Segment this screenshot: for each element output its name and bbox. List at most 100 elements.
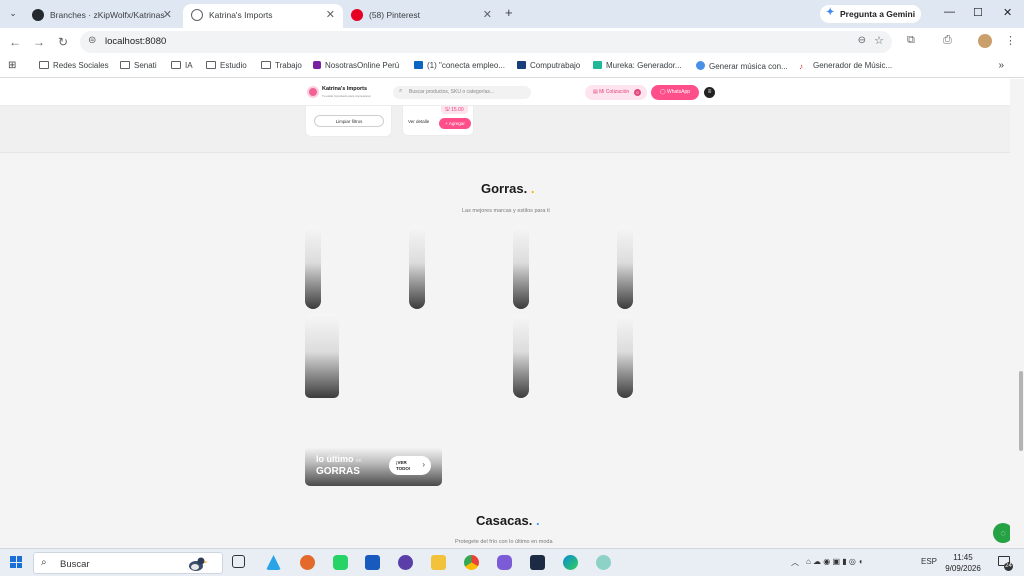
see-detail-link[interactable]: Ver detalle <box>408 119 429 124</box>
bookmark-label: Mureka: Generador... <box>606 61 682 70</box>
language-indicator[interactable]: ESP <box>921 557 937 566</box>
url-text[interactable]: localhost:8080 <box>105 36 166 47</box>
gemini-button[interactable]: ✦ Pregunta a Gemini <box>820 5 921 23</box>
discord-app-icon[interactable] <box>497 555 512 570</box>
bookmark-label: (1) "conecta empleo... <box>427 61 505 70</box>
tab-search-chevron-icon[interactable]: ⌄ <box>5 5 21 21</box>
bookmark-redes-sociales[interactable]: Redes Sociales <box>39 61 109 70</box>
clear-filters-button[interactable]: Limpiar filtros <box>314 115 384 127</box>
zoom-icon[interactable]: ⊖ <box>858 35 866 46</box>
gemini-sparkle-icon: ✦ <box>826 7 835 18</box>
scrollbar-thumb[interactable] <box>1019 371 1023 451</box>
tab-title: (58) Pinterest <box>369 10 421 20</box>
my-quote-button[interactable]: ▤ Mi Cotización 0 <box>585 85 647 100</box>
bookmark-mureka[interactable]: Mureka: Generador... <box>593 61 682 70</box>
brand-name[interactable]: Katrina's Imports <box>322 86 367 92</box>
bookmark-senati[interactable]: Senati <box>120 61 157 70</box>
bookmarks-overflow-icon[interactable]: » <box>998 60 1004 71</box>
windows-taskbar: ⌕ Buscar ︿ ⌂ ☁ ◉ ▣ ▮ ◎ ◖ ESP 11:45 9/09/… <box>0 548 1024 576</box>
gemini-label: Pregunta a Gemini <box>840 9 916 19</box>
title-dot: . <box>532 513 540 528</box>
close-icon[interactable]: ✕ <box>326 8 335 21</box>
casacas-subtitle: Protegete del frío con lo último en moda <box>455 539 553 545</box>
address-bar[interactable]: ⊜ localhost:8080 ⊖ ☆ <box>80 31 892 53</box>
chevron-right-icon: › <box>422 460 425 469</box>
new-tab-button[interactable]: + <box>505 5 513 20</box>
gorras-promo-banner[interactable]: lo último en GORRAS ¡VER TODO! › <box>305 447 442 486</box>
minimize-icon[interactable]: — <box>944 6 955 18</box>
forward-arrow-icon[interactable]: → <box>31 34 47 50</box>
edge-app-icon[interactable] <box>563 555 578 570</box>
whatsapp-label-text: WhatsApp <box>667 89 691 95</box>
brand-logo-icon[interactable] <box>307 86 319 98</box>
taskbar-search[interactable]: ⌕ Buscar <box>33 552 223 574</box>
folder-icon <box>171 61 181 69</box>
menu-icon[interactable]: ≡ <box>704 87 715 98</box>
folder-icon <box>120 61 130 69</box>
taskbar-search-label: Buscar <box>60 559 90 570</box>
windows-start-icon[interactable] <box>10 556 22 568</box>
page-scrollbar[interactable] <box>1010 79 1024 548</box>
bookmark-nosotras[interactable]: NosotrasOnline Perú <box>313 61 399 70</box>
search-icon: ⌕ <box>41 557 47 568</box>
site-info-icon[interactable]: ⊜ <box>88 35 96 46</box>
music-icon: ♪ <box>799 62 803 71</box>
add-to-quote-button[interactable]: + Agregar <box>439 118 471 129</box>
figure-app-icon[interactable] <box>596 555 611 570</box>
back-arrow-icon[interactable]: ← <box>7 34 23 50</box>
bookmarks-bar: ⊞ Redes Sociales Senati IA Estudio Traba… <box>0 56 1024 78</box>
tray-overflow-icon[interactable]: ︿ <box>791 557 799 568</box>
product-skeleton <box>617 314 633 398</box>
bookmark-computrabajo[interactable]: Computrabajo <box>517 61 580 70</box>
close-icon[interactable]: ✕ <box>483 8 492 21</box>
product-skeleton <box>513 225 529 309</box>
chrome-app-icon[interactable] <box>464 555 479 570</box>
tray-app-icons[interactable]: ⌂ ☁ ◉ ▣ ▮ ◎ ◖ <box>806 557 863 566</box>
tab-github[interactable]: Branches · zKipWolfx/Katrinas ✕ <box>24 4 180 28</box>
casacas-title: Casacas. . <box>476 513 540 528</box>
promo-line2: GORRAS <box>316 466 360 477</box>
tab-katrinas-imports[interactable]: Katrina's Imports ✕ <box>183 4 343 28</box>
window-close-icon[interactable]: ✕ <box>1003 6 1012 19</box>
close-icon[interactable]: ✕ <box>163 8 172 21</box>
bookmark-star-icon[interactable]: ☆ <box>874 34 884 47</box>
quote-label-text: Mi Cotización <box>599 89 630 95</box>
profile-avatar[interactable] <box>978 34 992 48</box>
pinterest-icon <box>351 9 363 21</box>
extensions-icon[interactable]: ⧉ <box>907 34 915 47</box>
apps-grid-icon[interactable]: ⊞ <box>8 60 16 71</box>
product-skeleton <box>305 225 321 309</box>
vector-app-icon[interactable] <box>530 555 545 570</box>
bookmark-ia[interactable]: IA <box>171 61 193 70</box>
whatsapp-button[interactable]: ◯ WhatsApp <box>651 85 699 100</box>
file-explorer-icon[interactable] <box>431 555 446 570</box>
product-card[interactable]: S/ 15.00 Ver detalle + Agregar <box>402 106 474 136</box>
word-app-icon[interactable] <box>365 555 380 570</box>
tab-title: Katrina's Imports <box>209 10 273 20</box>
page-viewport: Limpiar filtros S/ 15.00 Ver detalle + A… <box>0 79 1024 548</box>
claude-app-icon[interactable] <box>300 555 315 570</box>
task-view-icon[interactable] <box>232 555 245 568</box>
site-search-input[interactable]: ⌕ Buscar productos, SKU o categorías... <box>393 86 531 99</box>
reload-icon[interactable]: ↻ <box>55 34 71 50</box>
arc-app-icon[interactable] <box>266 555 281 570</box>
bookmark-generar-musica[interactable]: Generar música con... <box>696 61 788 71</box>
promo-line1-text: lo último <box>316 454 354 464</box>
tab-pinterest[interactable]: (58) Pinterest ✕ <box>343 4 500 28</box>
bookmark-linkedin[interactable]: (1) "conecta empleo... <box>414 61 505 70</box>
bookmark-generador-musica[interactable]: ♪ Generador de Músic... <box>799 61 893 71</box>
see-all-button[interactable]: ¡VER TODO! › <box>389 456 431 475</box>
bookmark-label: Estudio <box>220 61 247 70</box>
maximize-icon[interactable]: ☐ <box>973 6 983 19</box>
bookmark-trabajo[interactable]: Trabajo <box>261 61 302 70</box>
bookmark-label: Generador de Músic... <box>813 61 893 70</box>
github-desktop-icon[interactable] <box>398 555 413 570</box>
clock-time: 11:45 <box>953 553 973 562</box>
print-icon[interactable]: ⎙ <box>943 34 952 47</box>
chrome-menu-icon[interactable]: ⋮ <box>1005 34 1016 47</box>
bookmark-estudio[interactable]: Estudio <box>206 61 247 70</box>
whatsapp-app-icon[interactable] <box>333 555 348 570</box>
products-section: Limpiar filtros S/ 15.00 Ver detalle + A… <box>0 106 1010 153</box>
taskbar-clock[interactable]: 11:45 9/09/2026 <box>942 552 984 574</box>
music-globe-icon <box>696 61 705 70</box>
